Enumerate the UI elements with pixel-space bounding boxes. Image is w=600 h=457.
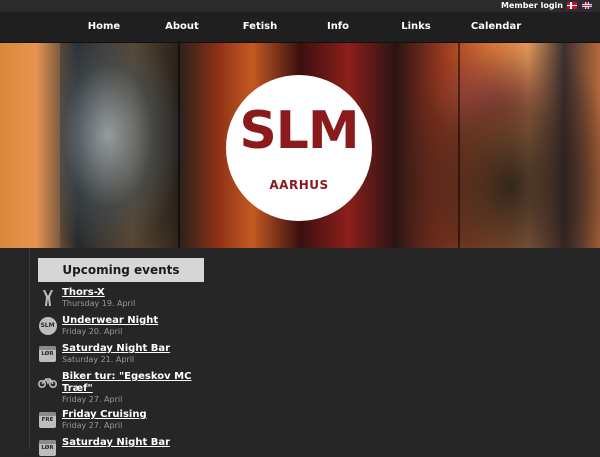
main-nav: Home About Fetish Info Links Calendar (0, 12, 600, 43)
event-title-link[interactable]: Underwear Night (62, 315, 208, 327)
event-title-link[interactable]: Saturday Night Bar (62, 343, 208, 355)
slm-badge-icon: SLM (38, 316, 57, 335)
hero-photo-area (60, 43, 180, 248)
event-date: Friday 27. April (62, 395, 123, 404)
hero-photo-area (400, 43, 600, 248)
event-title-link[interactable]: Friday Cruising (62, 409, 208, 421)
calendar-icon: FRE (38, 410, 57, 429)
nav-about[interactable]: About (165, 12, 199, 42)
english-flag-icon[interactable] (582, 2, 592, 9)
event-date: Saturday 21. April (62, 355, 135, 364)
event-date: Friday 27. April (62, 421, 123, 430)
event-title-link[interactable]: Biker tur: "Egeskov MC Træf" (62, 371, 208, 395)
event-date: Thursday 19. April (62, 299, 136, 308)
upcoming-events-heading: Upcoming events (38, 258, 204, 282)
top-bar: Member login (0, 0, 600, 12)
event-date: Friday 20. April (62, 327, 123, 336)
nav-calendar[interactable]: Calendar (471, 12, 521, 42)
content-divider (29, 248, 30, 450)
nav-home[interactable]: Home (88, 12, 120, 42)
member-login-link[interactable]: Member login (501, 0, 563, 11)
hero-divider (458, 43, 460, 248)
nav-info[interactable]: Info (327, 12, 349, 42)
danish-flag-icon[interactable] (567, 2, 577, 9)
event-title-link[interactable]: Saturday Night Bar (62, 437, 208, 449)
slm-logo[interactable]: SLM AARHUS (226, 75, 372, 221)
logo-subtext: AARHUS (269, 178, 329, 192)
calendar-icon: LØR (38, 344, 57, 363)
calendar-icon: LØR (38, 438, 57, 457)
motorcycle-icon (38, 372, 57, 391)
nav-links[interactable]: Links (401, 12, 431, 42)
nav-fetish[interactable]: Fetish (243, 12, 278, 42)
hero-divider (178, 43, 180, 248)
logo-text: SLM (239, 101, 359, 161)
thor-hammer-icon (38, 288, 57, 307)
event-title-link[interactable]: Thors-X (62, 287, 208, 299)
